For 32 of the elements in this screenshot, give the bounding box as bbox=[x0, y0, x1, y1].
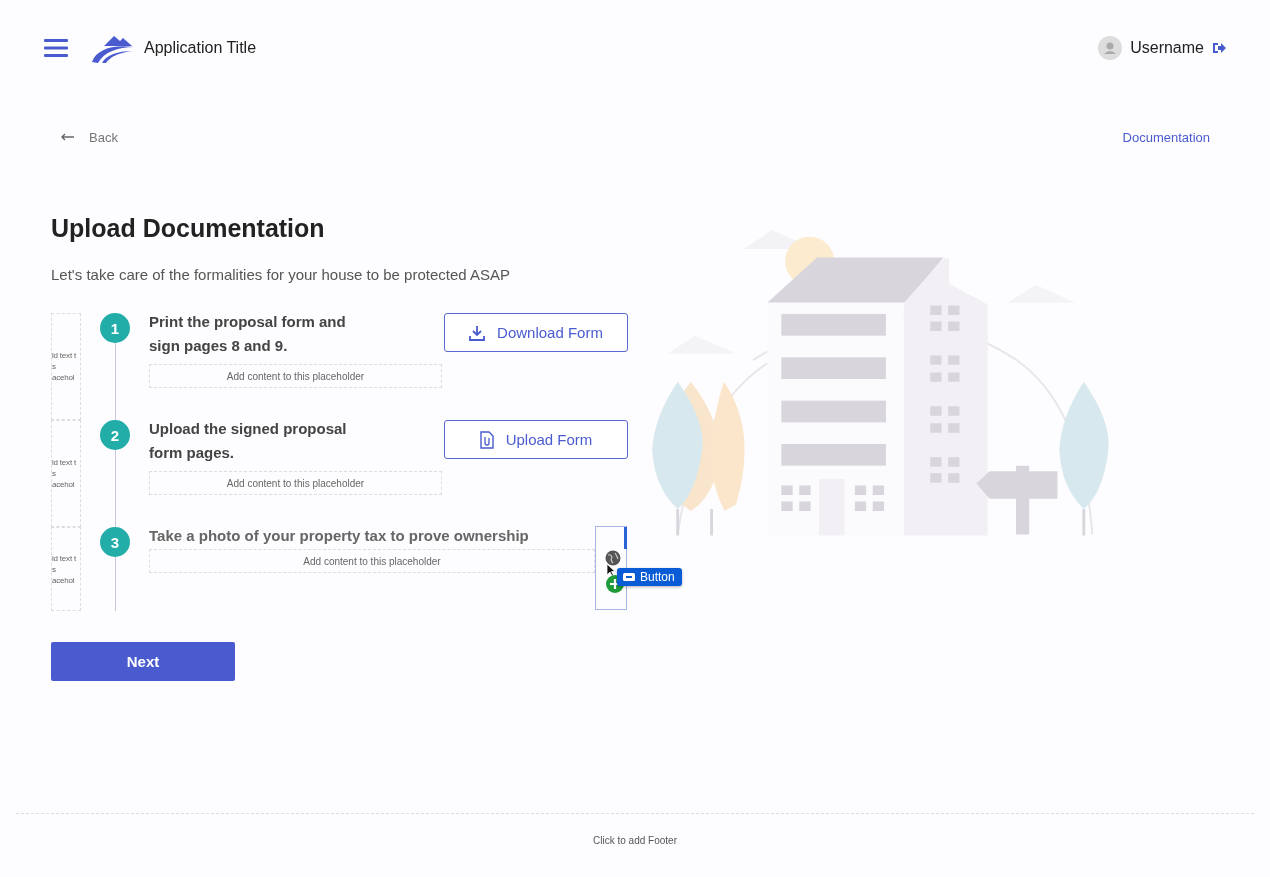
download-icon bbox=[469, 324, 486, 341]
back-arrow-icon bbox=[61, 133, 75, 141]
button-icon bbox=[623, 573, 635, 581]
step-title: Print the proposal form and sign pages 8 and 9. bbox=[149, 312, 347, 356]
step-number: 2 bbox=[100, 420, 130, 450]
cursor-icon bbox=[606, 563, 616, 577]
documentation-link[interactable]: Documentation bbox=[1122, 129, 1210, 145]
content-placeholder[interactable]: Add content to this placeholder bbox=[149, 549, 595, 573]
content-placeholder[interactable]: Add content to this placeholder bbox=[149, 364, 442, 388]
step-title: Take a photo of your property tax to prove ownership bbox=[149, 526, 529, 546]
text-placeholder-field[interactable]: ld text t s acehol bbox=[51, 420, 81, 527]
step-title: Upload the signed proposal form pages. bbox=[149, 419, 348, 463]
form-button[interactable]: Upload Form bbox=[444, 420, 628, 459]
page-title: Upload Documentation bbox=[51, 214, 326, 243]
step-number: 3 bbox=[100, 527, 130, 557]
step-number: 1 bbox=[100, 313, 130, 343]
form-button[interactable]: Download Form bbox=[444, 313, 628, 352]
content-placeholder[interactable]: Add content to this placeholder bbox=[149, 471, 442, 495]
page-subtitle: Let's take care of the formalities for your house to be protected ASAP bbox=[51, 266, 511, 283]
logout-icon[interactable] bbox=[1212, 41, 1226, 54]
menu-icon[interactable] bbox=[44, 38, 68, 57]
drag-badge: Button bbox=[617, 568, 682, 586]
next-button[interactable]: Next bbox=[51, 642, 235, 681]
back-link[interactable]: Back bbox=[61, 129, 118, 145]
globe-icon bbox=[605, 550, 621, 566]
avatar-icon bbox=[1098, 35, 1123, 60]
text-placeholder-field[interactable]: ld text t s acehol bbox=[51, 527, 81, 611]
text-placeholder-field[interactable]: ld text t s acehol bbox=[51, 313, 81, 420]
footer-placeholder[interactable]: Click to add Footer bbox=[593, 835, 677, 846]
username: Username bbox=[1130, 38, 1204, 57]
paperclip-file-icon bbox=[479, 430, 494, 449]
app-title: Application Title bbox=[144, 38, 257, 57]
